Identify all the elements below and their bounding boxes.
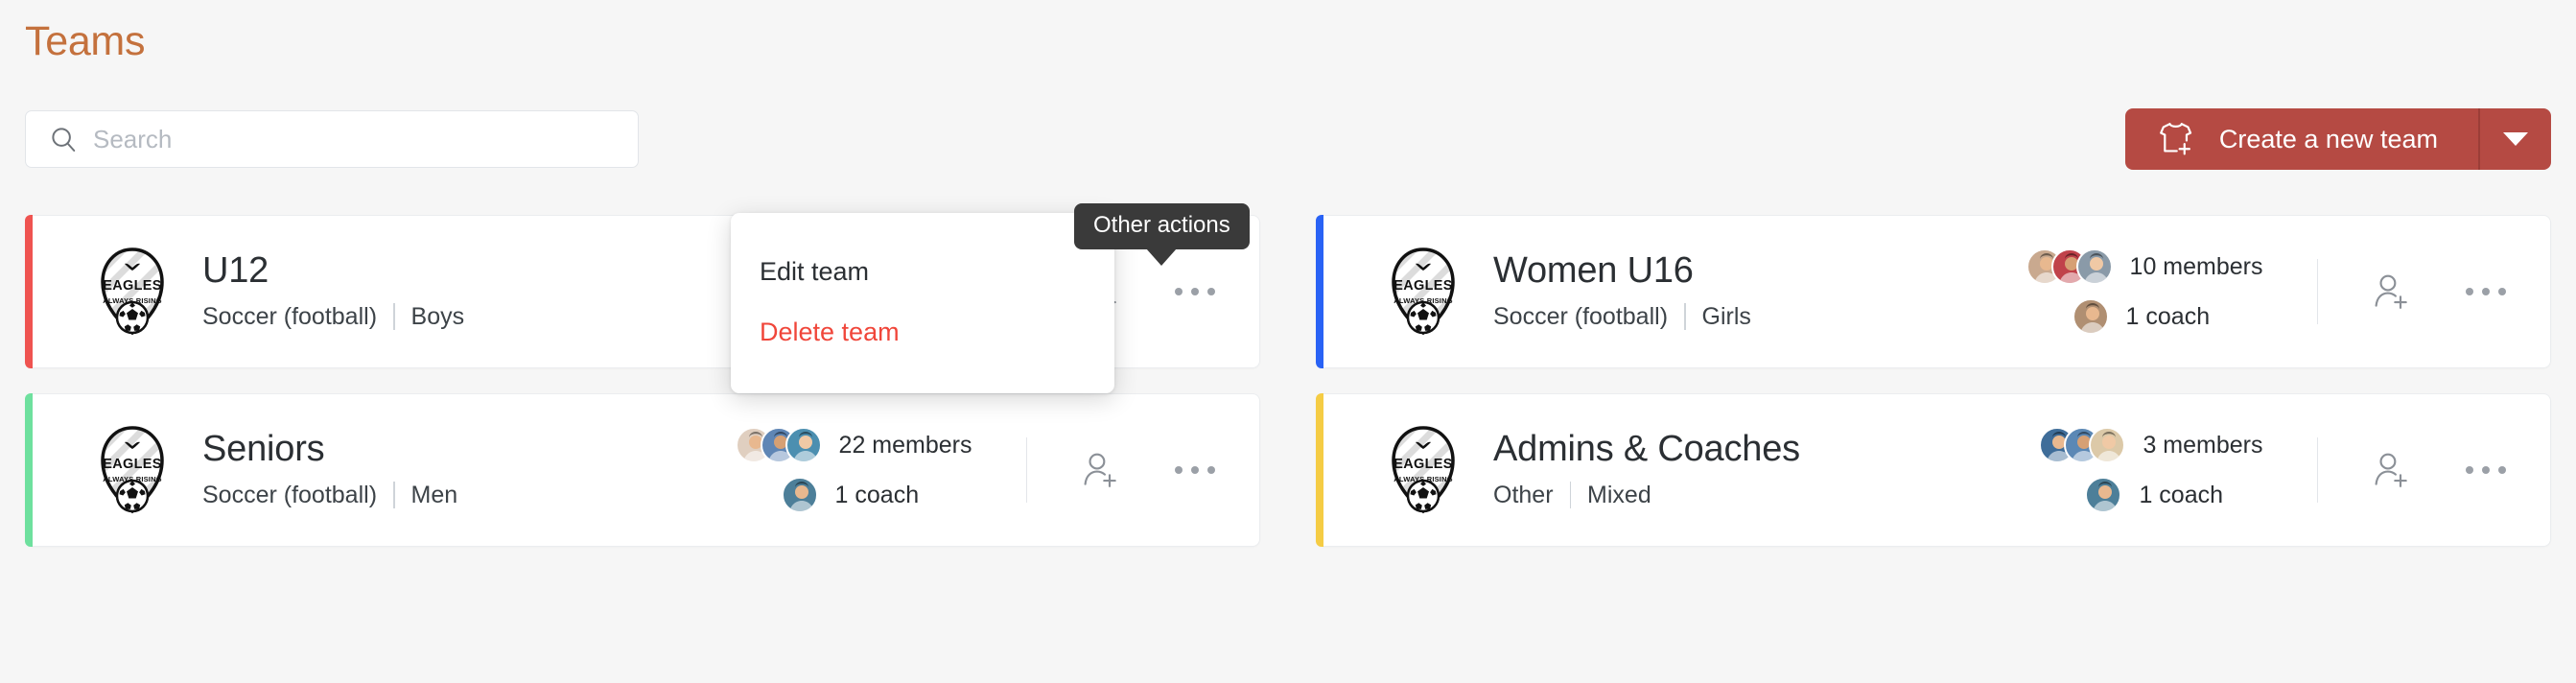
other-actions-tooltip: Other actions: [1074, 203, 1250, 249]
teams-page: Teams Create a new team EAGLESALWAYS RIS…: [0, 0, 2576, 683]
team-actions-menu[interactable]: Edit team Delete team: [731, 213, 1114, 393]
add-person-icon[interactable]: [1081, 451, 1119, 489]
team-gender: Men: [410, 481, 458, 508]
team-logo-icon: EAGLESALWAYS RISING: [101, 426, 164, 514]
members-row[interactable]: 10 members: [2026, 248, 2263, 285]
avatar: [2072, 298, 2109, 335]
coach-count-label: 1 coach: [2125, 302, 2211, 330]
menu-item-delete-team[interactable]: Delete team: [731, 302, 1114, 363]
create-team-dropdown-toggle[interactable]: [2478, 108, 2551, 170]
team-identity: U12 Soccer (football) Boys: [202, 250, 605, 331]
team-actions: [2316, 259, 2506, 324]
teams-grid: EAGLES ALWAYS RISING U12 Soccer (football) B…: [24, 214, 2551, 547]
coach-row[interactable]: 1 coach: [736, 477, 972, 513]
actions-divider: [2316, 437, 2318, 503]
team-accent-bar: [24, 392, 33, 547]
team-actions: [2316, 437, 2506, 503]
actions-divider: [2316, 259, 2318, 324]
team-accent-bar: [1315, 214, 1323, 368]
team-name: Admins & Coaches: [1493, 429, 1800, 470]
team-identity: Admins & Coaches Other Mixed: [1493, 429, 1896, 509]
avatar: [785, 427, 822, 463]
meta-divider: [393, 303, 395, 331]
team-counts: 22 members 1 coach: [735, 427, 972, 513]
team-meta: Soccer (football) Men: [202, 482, 605, 509]
team-gender: Girls: [1701, 302, 1751, 330]
team-identity: Seniors Soccer (football) Men: [202, 429, 605, 509]
team-counts: 10 members 1 coach: [2026, 248, 2263, 335]
team-card[interactable]: EAGLES ALWAYS RISING Seniors Soccer (footba…: [24, 392, 1260, 547]
members-row[interactable]: 22 members: [735, 427, 972, 463]
meta-divider: [1684, 303, 1686, 331]
team-sport: Soccer (football): [202, 302, 378, 330]
coach-count-label: 1 coach: [834, 481, 920, 508]
avatar: [2089, 427, 2126, 463]
jersey-plus-icon: [2159, 123, 2192, 155]
team-name: Seniors: [202, 429, 325, 470]
coach-avatars: [2085, 477, 2122, 513]
coach-avatars: [2072, 298, 2109, 335]
meta-divider: [393, 482, 395, 509]
create-team-label: Create a new team: [2218, 124, 2438, 153]
page-title: Teams: [25, 18, 146, 64]
team-counts: 3 members 1 coach: [2039, 427, 2263, 513]
add-person-icon[interactable]: [2372, 272, 2410, 311]
team-sport: Soccer (football): [202, 481, 378, 508]
team-sport: Other: [1493, 481, 1554, 508]
more-actions-icon[interactable]: [2466, 288, 2506, 295]
coach-row[interactable]: 1 coach: [2026, 298, 2263, 335]
search-icon: [52, 128, 76, 153]
more-actions-icon[interactable]: [1175, 288, 1215, 295]
team-meta: Soccer (football) Girls: [1493, 303, 1896, 331]
chevron-down-icon: [2503, 132, 2528, 146]
search-input[interactable]: [93, 124, 638, 154]
coach-avatars: [781, 477, 818, 513]
team-accent-bar: [24, 214, 33, 368]
team-logo-icon: EAGLESALWAYS RISING: [101, 247, 164, 336]
create-team-main[interactable]: Create a new team: [2125, 108, 2478, 170]
actions-divider: [1025, 437, 1027, 503]
team-logo-icon: EAGLESALWAYS RISING: [1392, 426, 1455, 514]
more-actions-icon[interactable]: [1175, 466, 1215, 474]
team-gender: Mixed: [1587, 481, 1651, 508]
avatar: [2075, 248, 2113, 285]
members-count-label: 22 members: [838, 431, 972, 459]
team-logo-icon: EAGLESALWAYS RISING: [1392, 247, 1455, 336]
member-avatars: [2026, 248, 2113, 285]
members-count-label: 10 members: [2129, 252, 2263, 280]
svg-text:EAGLES: EAGLES: [1393, 457, 1452, 472]
avatar: [781, 477, 818, 513]
meta-divider: [1569, 482, 1572, 509]
svg-text:EAGLES: EAGLES: [103, 278, 161, 294]
svg-text:EAGLES: EAGLES: [1393, 278, 1452, 294]
member-avatars: [735, 427, 822, 463]
avatar: [2085, 477, 2122, 513]
more-actions-icon[interactable]: [2466, 466, 2506, 474]
team-gender: Boys: [410, 302, 465, 330]
team-meta: Soccer (football) Boys: [202, 303, 605, 331]
team-sport: Soccer (football): [1493, 302, 1669, 330]
create-team-button[interactable]: Create a new team: [2124, 108, 2551, 170]
add-person-icon[interactable]: [2372, 451, 2410, 489]
members-count-label: 3 members: [2143, 431, 2263, 459]
team-actions: [1025, 437, 1215, 503]
members-row[interactable]: 3 members: [2039, 427, 2263, 463]
team-accent-bar: [1315, 392, 1323, 547]
search-box[interactable]: [25, 110, 639, 168]
member-avatars: [2039, 427, 2126, 463]
menu-item-edit-team[interactable]: Edit team: [731, 242, 1114, 302]
coach-row[interactable]: 1 coach: [2039, 477, 2262, 513]
team-name: U12: [202, 250, 269, 292]
team-name: Women U16: [1493, 250, 1694, 292]
team-identity: Women U16 Soccer (football) Girls: [1493, 250, 1896, 331]
team-meta: Other Mixed: [1493, 482, 1896, 509]
svg-text:EAGLES: EAGLES: [103, 457, 161, 472]
team-card[interactable]: EAGLES ALWAYS RISING Admins & Coaches Other…: [1315, 392, 2551, 547]
team-card[interactable]: EAGLES ALWAYS RISING Women U16 Soccer (foot…: [1315, 214, 2551, 368]
coach-count-label: 1 coach: [2139, 481, 2224, 508]
